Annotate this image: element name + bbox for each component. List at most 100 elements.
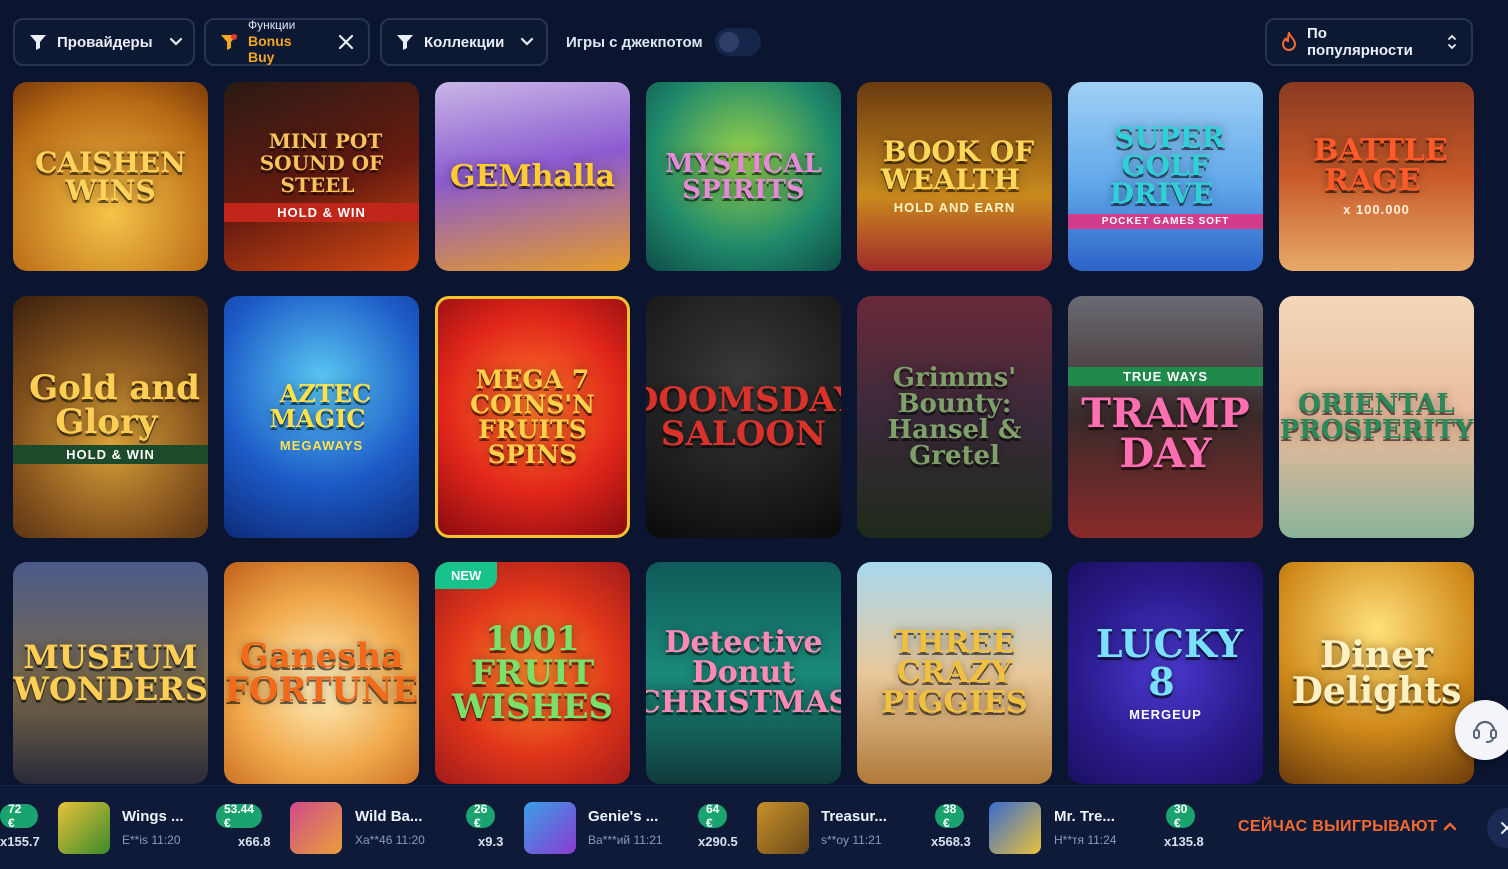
game-tile-gemhalla[interactable]: GEMhalla [435,82,630,271]
game-tile-three-crazy-piggies[interactable]: THREE CRAZY PIGGIES [857,562,1052,784]
win-multiplier: x568.3 [931,834,971,849]
ticker-game-name: Genie's ... [588,808,659,825]
sort-button[interactable]: По популярности [1265,18,1473,66]
collections-filter-button[interactable]: Коллекции [380,18,548,66]
functions-filter-button[interactable]: Функции Bonus Buy [204,18,370,66]
game-title: Detective Donut CHRISTMAS [646,625,841,720]
close-icon [1501,822,1508,834]
game-thumbnail [989,802,1041,854]
game-title: AZTEC MAGIC [269,378,372,433]
game-title: MEGA 7 COINS'N FRUITS SPINS [470,365,595,469]
game-title: SUPER GOLF DRIVE [1109,121,1225,210]
game-title: Ganesha FORTUNE [224,636,419,710]
game-tile-ganesha-fortune[interactable]: Ganesha FORTUNE [224,562,419,784]
ticker-game-name: Wings ... [122,808,184,825]
game-title: MUSEUM WONDERS [13,638,208,708]
ticker-time: 11:20 [395,833,425,847]
ticker-time: 11:21 [852,833,882,847]
game-subtitle: x 100.000 [1343,202,1410,217]
game-title: Diner Delights [1291,634,1462,712]
funnel-icon [221,34,237,50]
win-amount-badge: 72 € [0,802,38,830]
ticker-time: 11:21 [633,833,663,847]
game-tile-hansel-gretel[interactable]: Grimms' Bounty: Hansel & Gretel [857,296,1052,538]
ticker-game-name: Treasur... [821,808,887,825]
game-title: TRAMP DAY [1081,389,1250,477]
jackpot-label: Игры с джекпотом [566,33,703,51]
win-amount-badge: 26 € [466,802,496,830]
game-thumbnail [757,802,809,854]
jackpot-toggle[interactable] [714,28,761,56]
ticker-close-button[interactable] [1487,808,1508,848]
game-title: CAISHEN WINS [35,145,186,207]
game-tile-diner-delights[interactable]: Diner Delights [1279,562,1474,784]
filter-bar: Провайдеры Функции Bonus Buy Коллекции И… [0,0,1508,82]
ticker-user: s**oy [821,833,850,847]
ticker-user: Н**тя [1054,833,1084,847]
win-multiplier: x66.8 [238,834,271,849]
game-tile-museum-wonders[interactable]: MUSEUM WONDERS [13,562,208,784]
game-tile-oriental-prosperity[interactable]: ORIENTAL PROSPERITY [1279,296,1474,538]
game-title: MYSTICAL SPIRITS [665,148,822,205]
ticker-time: 11:20 [151,833,181,847]
casino-lobby: Провайдеры Функции Bonus Buy Коллекции И… [0,0,1508,869]
functions-value: Bonus Buy [248,32,292,65]
game-tile-gold-and-glory[interactable]: Gold and Glory HOLD & WIN [13,296,208,538]
game-tile-aztec-magic-megaways[interactable]: AZTEC MAGIC MEGAWAYS [224,296,419,538]
game-tile-detective-donut[interactable]: Detective Donut CHRISTMAS [646,562,841,784]
win-amount-badge: 38 € [935,802,965,830]
game-tile-sound-of-steel[interactable]: MINI POT SOUND OF STEEL HOLD & WIN [224,82,419,271]
providers-label: Провайдеры [57,33,153,51]
headset-icon [1473,720,1497,743]
ticker-game-name: Wild Ba... [355,808,423,825]
chevron-down-icon [169,37,182,46]
game-subtitle: MEGAWAYS [279,437,364,453]
game-tile-coins-n-fruits-spins[interactable]: MEGA 7 COINS'N FRUITS SPINS [435,296,630,538]
ticker-user: Xa**46 [355,833,393,847]
game-subtitle: HOLD AND EARN [893,200,1016,215]
win-amount-badge: 64 € [698,802,728,830]
chevron-down-icon [521,37,534,46]
game-tile-lucky-8[interactable]: LUCKY 8 MERGEUP [1068,562,1263,784]
game-thumbnail [290,802,342,854]
game-title: LUCKY 8 [1095,620,1244,704]
game-title: DOOMSDAY SALOON [646,380,841,454]
toggle-knob [718,32,739,52]
close-icon[interactable] [338,34,354,50]
game-title: BATTLE RAGE [1313,133,1448,198]
game-title: MINI POT SOUND OF STEEL [259,129,384,197]
game-tile-battle-rage[interactable]: BATTLE RAGE x 100.000 [1279,82,1474,271]
support-button[interactable] [1455,700,1508,760]
win-multiplier: x290.5 [698,834,738,849]
game-subtitle: MERGEUP [1129,706,1202,722]
ticker-game-name: Mr. Tre... [1054,808,1115,825]
game-thumbnail [524,802,576,854]
game-tile-book-of-wealth[interactable]: BOOK OF WEALTH HOLD AND EARN [857,82,1052,271]
game-tile-1001-fruit-wishes[interactable]: NEW 1001 FRUIT WISHES [435,562,630,784]
sort-arrows-icon [1448,34,1456,50]
game-tile-tramp-day[interactable]: TRUE WAYS TRAMP DAY [1068,296,1263,538]
game-tile-doomsday-saloon[interactable]: DOOMSDAY SALOON [646,296,841,538]
win-multiplier: x9.3 [478,834,504,849]
game-title: ORIENTAL PROSPERITY [1279,389,1474,445]
chevron-up-icon[interactable] [1442,820,1458,832]
new-badge: NEW [435,562,498,589]
now-winning-label[interactable]: СЕЙЧАС ВЫИГРЫВАЮТ [1238,818,1438,836]
game-title: 1001 FRUIT WISHES [451,619,614,727]
game-tile-caishen-wins[interactable]: CAISHEN WINS [13,82,208,271]
jackpot-toggle-row: Игры с джекпотом [566,18,761,66]
win-multiplier: x135.8 [1164,834,1204,849]
game-subtitle: HOLD & WIN [224,203,419,222]
game-subtitle: POCKET GAMES SOFT [1068,214,1263,229]
ticker-user: Ba***ий [588,833,631,847]
game-subtitle: TRUE WAYS [1068,366,1263,386]
fire-icon [1281,32,1297,51]
providers-filter-button[interactable]: Провайдеры [13,18,195,66]
ticker-time: 11:24 [1087,833,1117,847]
functions-stack: Функции Bonus Buy [248,18,318,65]
win-amount-badge: 30 € [1166,802,1196,830]
game-title: THREE CRAZY PIGGIES [881,625,1028,720]
game-tile-mystical-spirits[interactable]: MYSTICAL SPIRITS [646,82,841,271]
functions-label: Функции [248,18,296,33]
game-tile-super-golf-drive[interactable]: SUPER GOLF DRIVE POCKET GAMES SOFT [1068,82,1263,271]
